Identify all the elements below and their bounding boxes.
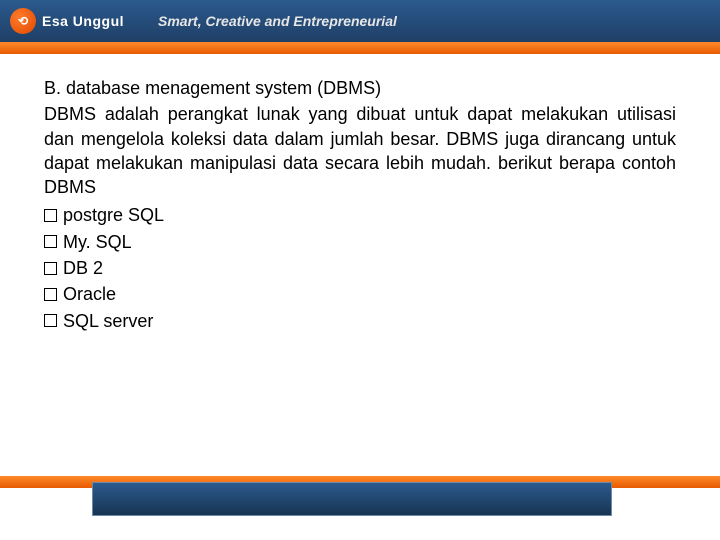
square-bullet-icon <box>44 262 57 275</box>
square-bullet-icon <box>44 209 57 222</box>
list-item-label: DB 2 <box>63 256 103 280</box>
header-bar: ⟲ Esa Unggul Smart, Creative and Entrepr… <box>0 0 720 42</box>
list-item: Oracle <box>44 282 676 306</box>
footer-panel <box>92 482 612 516</box>
list-item: DB 2 <box>44 256 676 280</box>
list-item-label: SQL server <box>63 309 153 333</box>
square-bullet-icon <box>44 235 57 248</box>
list-item: postgre SQL <box>44 203 676 227</box>
dbms-list: postgre SQL My. SQL DB 2 Oracle SQL serv… <box>44 203 676 332</box>
list-item: SQL server <box>44 309 676 333</box>
logo-icon: ⟲ <box>10 8 36 34</box>
logo-area: ⟲ Esa Unggul <box>10 8 124 34</box>
header-accent-bar <box>0 42 720 54</box>
square-bullet-icon <box>44 314 57 327</box>
list-item: My. SQL <box>44 230 676 254</box>
list-item-label: My. SQL <box>63 230 132 254</box>
section-heading: B. database menagement system (DBMS) <box>44 76 676 100</box>
logo-text: Esa Unggul <box>42 13 124 29</box>
body-paragraph: DBMS adalah perangkat lunak yang dibuat … <box>44 102 676 199</box>
slide-content: B. database menagement system (DBMS) DBM… <box>0 54 720 333</box>
square-bullet-icon <box>44 288 57 301</box>
tagline: Smart, Creative and Entrepreneurial <box>158 13 397 29</box>
list-item-label: postgre SQL <box>63 203 164 227</box>
footer-band <box>0 476 720 522</box>
list-item-label: Oracle <box>63 282 116 306</box>
